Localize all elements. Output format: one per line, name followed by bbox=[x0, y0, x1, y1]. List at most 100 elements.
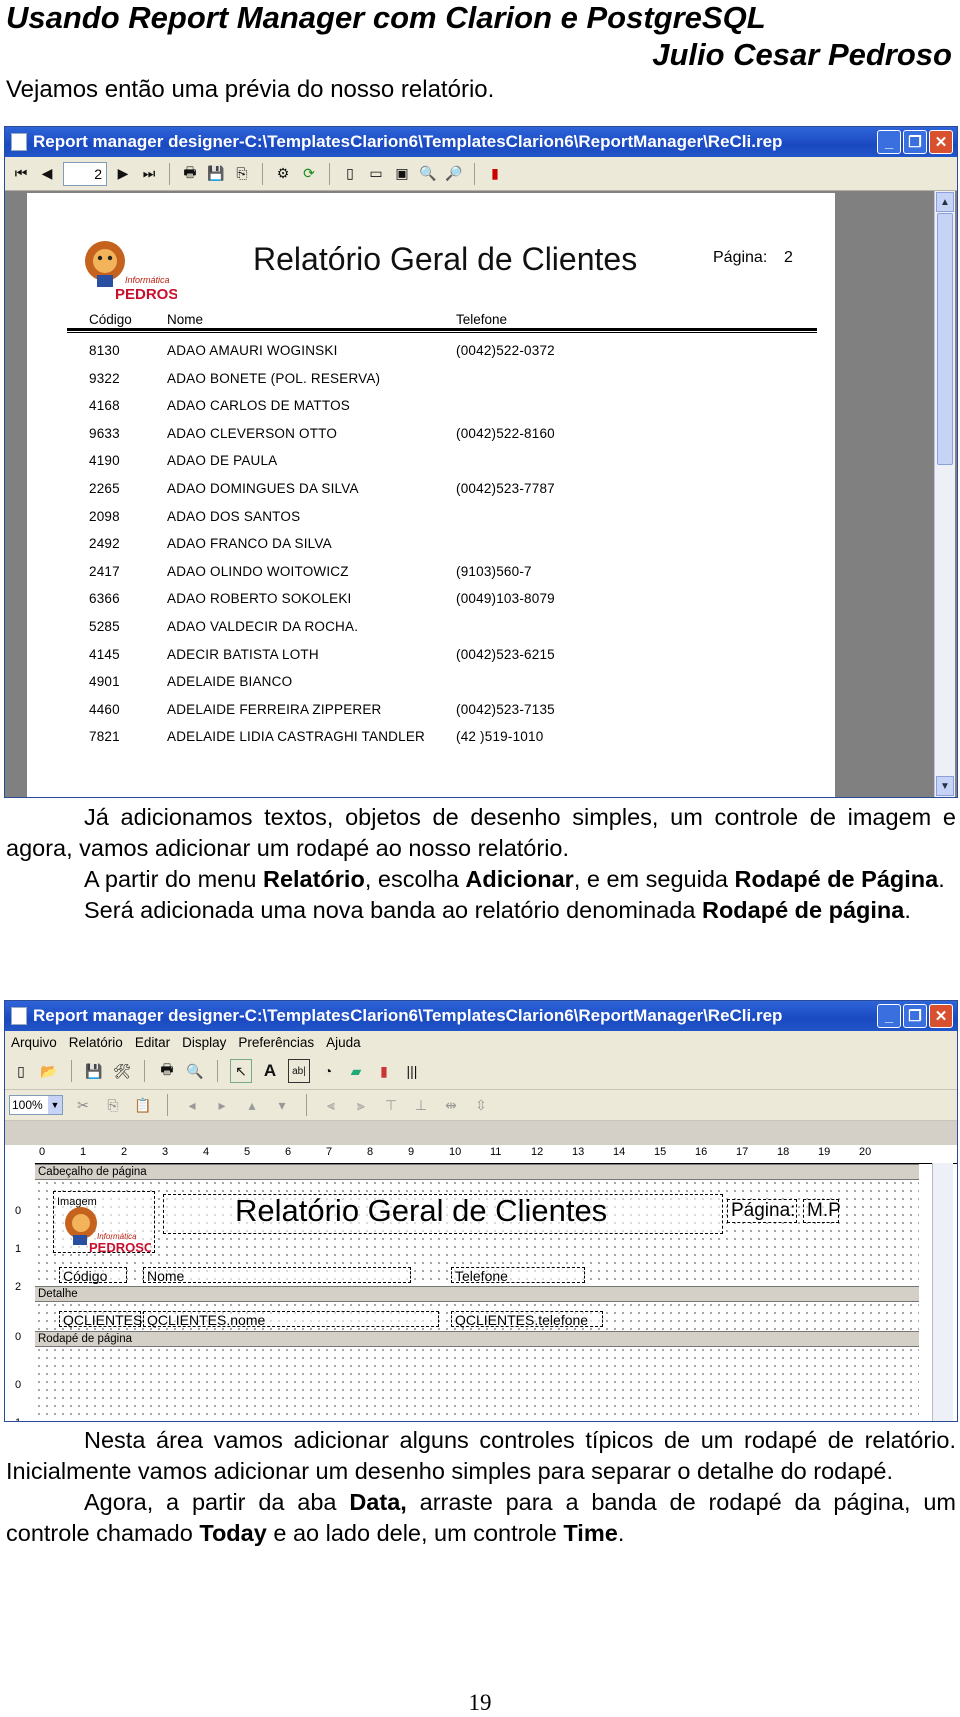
move-down-icon[interactable]: ▾ bbox=[272, 1094, 292, 1116]
company-logo: Informática PEDROSO bbox=[85, 241, 177, 301]
page-expression-field[interactable]: M.P bbox=[803, 1199, 841, 1223]
table-row: 4190 ADAO DE PAULA bbox=[27, 453, 835, 481]
scroll-up-icon[interactable]: ▲ bbox=[936, 192, 954, 212]
preview-titlebar: Report manager designer-C:\TemplatesClar… bbox=[5, 127, 957, 157]
design-area: 0 1 2 3 4 5 6 7 8 9 10 11 12 13 14 15 16 17 18 19 20 0 1 2 0… bbox=[5, 1145, 957, 1421]
move-up-icon[interactable]: ▴ bbox=[242, 1094, 262, 1116]
page-icon[interactable]: ▯ bbox=[340, 163, 360, 185]
chevron-down-icon[interactable]: ▼ bbox=[48, 1096, 62, 1114]
barcode-tool-icon[interactable]: ||| bbox=[402, 1060, 422, 1082]
chart-tool-icon[interactable]: ▮ bbox=[374, 1060, 394, 1082]
cell-nome: ADAO CARLOS DE MATTOS bbox=[167, 398, 350, 414]
field-qclientes-codigo[interactable]: QCLIENTES bbox=[59, 1311, 142, 1328]
p2-text: Agora, a partir da aba bbox=[84, 1489, 350, 1515]
label-telefone[interactable]: Telefone bbox=[451, 1267, 585, 1284]
align-bottom-icon[interactable]: ⊥ bbox=[411, 1094, 431, 1116]
zoom-select[interactable]: 100% ▼ bbox=[9, 1095, 63, 1115]
open-icon[interactable]: 📂 bbox=[39, 1060, 59, 1082]
select-arrow-icon[interactable]: ↖ bbox=[230, 1059, 252, 1083]
paragraph-1: Já adicionamos textos, objetos de desenh… bbox=[6, 802, 956, 926]
full-page-icon[interactable]: ▣ bbox=[392, 163, 412, 185]
page-label-field[interactable]: Página: bbox=[727, 1199, 797, 1223]
scroll-thumb[interactable] bbox=[937, 213, 953, 465]
field-qclientes-nome[interactable]: QCLIENTES.nome bbox=[143, 1311, 439, 1328]
menu-arquivo[interactable]: Arquivo bbox=[11, 1035, 57, 1050]
move-right-icon[interactable]: ▸ bbox=[212, 1094, 232, 1116]
hruler-tick: 20 bbox=[859, 1146, 872, 1158]
band-header-label[interactable]: Cabeçalho de página bbox=[35, 1164, 919, 1180]
p2-sentence-1: Nesta área vamos adicionar alguns contro… bbox=[6, 1427, 956, 1484]
paste-icon[interactable]: 📋 bbox=[133, 1094, 153, 1116]
tools-icon[interactable]: 🛠 bbox=[112, 1060, 132, 1082]
exit-icon[interactable]: ▮ bbox=[485, 163, 505, 185]
cell-telefone: (0042)523-6215 bbox=[456, 646, 555, 662]
svg-text:PEDROSO: PEDROSO bbox=[115, 286, 177, 301]
field-qclientes-telefone[interactable]: QCLIENTES.telefone bbox=[451, 1311, 603, 1328]
print-icon[interactable]: 🖶 bbox=[180, 163, 200, 185]
align-right-icon[interactable]: ⫸ bbox=[351, 1094, 371, 1116]
scroll-down-icon[interactable]: ▼ bbox=[936, 776, 954, 796]
expression-tool-icon[interactable]: ab| bbox=[288, 1059, 310, 1083]
shape-tool-icon[interactable]: ◔ bbox=[318, 1060, 338, 1082]
preview-vertical-scrollbar[interactable]: ▲ ▼ bbox=[934, 191, 955, 797]
p2-text: e ao lado dele, um controle bbox=[266, 1520, 564, 1546]
print-icon[interactable]: 🖶 bbox=[157, 1060, 177, 1082]
menu-preferencias[interactable]: Preferências bbox=[238, 1035, 314, 1050]
setup-icon[interactable]: ⚙ bbox=[273, 163, 293, 185]
align-top-icon[interactable]: ⊤ bbox=[381, 1094, 401, 1116]
maximize-button[interactable]: ❐ bbox=[903, 130, 927, 154]
designer-vertical-scrollbar[interactable] bbox=[932, 1163, 953, 1421]
cell-codigo: 9322 bbox=[89, 370, 120, 386]
menu-display[interactable]: Display bbox=[182, 1035, 226, 1050]
band-footer[interactable] bbox=[35, 1346, 919, 1421]
space-horizontal-icon[interactable]: ⇹ bbox=[441, 1094, 461, 1116]
image-tool-icon[interactable]: ▰ bbox=[346, 1060, 366, 1082]
band-detail-label[interactable]: Detalhe bbox=[35, 1286, 919, 1302]
maximize-button[interactable]: ❐ bbox=[903, 1004, 927, 1028]
band-footer-label[interactable]: Rodapé de página bbox=[35, 1331, 919, 1347]
cell-codigo: 6366 bbox=[89, 591, 120, 607]
report-page-number: 2 bbox=[784, 249, 793, 266]
table-row: 4460 ADELAIDE FERREIRA ZIPPERER (0042)523-… bbox=[27, 702, 835, 730]
minimize-button[interactable]: _ bbox=[877, 1004, 901, 1028]
cell-codigo: 4190 bbox=[89, 453, 120, 469]
cut-icon[interactable]: ✂ bbox=[73, 1094, 93, 1116]
p1-text: Será adicionada uma nova banda ao relató… bbox=[84, 897, 702, 923]
report-page: Informática PEDROSO Relatório Geral de C… bbox=[27, 193, 835, 797]
vruler-tick: 0 bbox=[15, 1331, 22, 1343]
print-preview-icon[interactable]: 🔍 bbox=[185, 1060, 205, 1082]
zoom-out-icon[interactable]: 🔍 bbox=[418, 163, 438, 185]
label-tool-icon[interactable]: A bbox=[260, 1060, 280, 1082]
copy-icon[interactable]: ⎘ bbox=[103, 1094, 123, 1116]
cell-codigo: 4460 bbox=[89, 701, 120, 717]
zoom-in-icon[interactable]: 🔎 bbox=[444, 163, 464, 185]
close-button[interactable]: ✕ bbox=[929, 130, 953, 154]
p1-text: , escolha bbox=[364, 866, 466, 892]
align-left-icon[interactable]: ⫷ bbox=[321, 1094, 341, 1116]
first-page-icon[interactable]: ⏮ bbox=[11, 163, 31, 185]
last-page-icon[interactable]: ⏭ bbox=[139, 163, 159, 185]
menu-relatorio[interactable]: Relatório bbox=[69, 1035, 123, 1050]
refresh-icon[interactable]: ⟳ bbox=[299, 163, 319, 185]
label-codigo[interactable]: Código bbox=[59, 1267, 127, 1284]
menu-ajuda[interactable]: Ajuda bbox=[326, 1035, 361, 1050]
save-icon[interactable]: 💾 bbox=[206, 163, 226, 185]
export-icon[interactable]: ⎘ bbox=[232, 163, 252, 185]
next-page-icon[interactable]: ▶ bbox=[113, 163, 133, 185]
page-number: 19 bbox=[468, 1690, 492, 1715]
label-nome[interactable]: Nome bbox=[143, 1267, 411, 1284]
hruler-tick: 3 bbox=[162, 1146, 169, 1158]
save-icon[interactable]: 💾 bbox=[84, 1060, 104, 1082]
cell-nome: ADAO VALDECIR DA ROCHA. bbox=[167, 619, 359, 634]
page-number-input[interactable]: 2 bbox=[63, 161, 107, 186]
space-vertical-icon[interactable]: ⇳ bbox=[471, 1094, 491, 1116]
preview-area: Informática PEDROSO Relatório Geral de C… bbox=[5, 191, 957, 797]
previous-page-icon[interactable]: ◀ bbox=[37, 163, 57, 185]
new-icon[interactable]: ▯ bbox=[11, 1060, 31, 1082]
minimize-button[interactable]: _ bbox=[877, 130, 901, 154]
page-width-icon[interactable]: ▭ bbox=[366, 163, 386, 185]
menu-editar[interactable]: Editar bbox=[135, 1035, 170, 1050]
close-button[interactable]: ✕ bbox=[929, 1004, 953, 1028]
move-left-icon[interactable]: ◂ bbox=[182, 1094, 202, 1116]
horizontal-ruler: 0 1 2 3 4 5 6 7 8 9 10 11 12 13 14 15 16 17 18 19 20 bbox=[35, 1145, 957, 1164]
